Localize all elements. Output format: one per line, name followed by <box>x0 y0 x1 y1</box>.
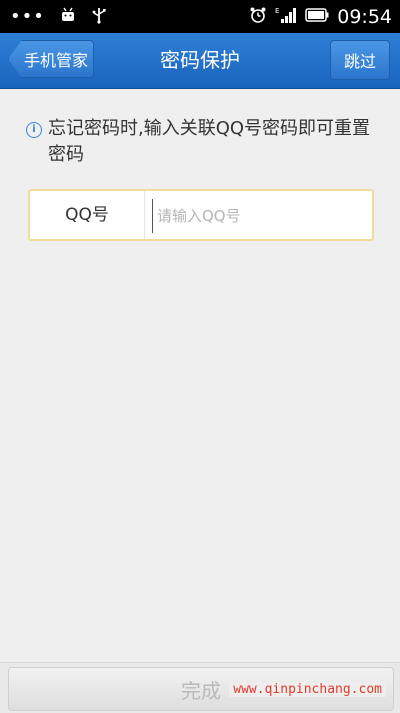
clock: 09:54 <box>337 5 392 28</box>
hint-text: 忘记密码时,输入关联QQ号密码即可重置密码 <box>48 118 371 165</box>
notification-dots: ••• <box>10 6 45 27</box>
skip-button[interactable]: 跳过 <box>330 40 390 80</box>
watermark: www.qinpinchang.com <box>229 682 386 697</box>
signal-icon: E <box>275 6 297 28</box>
android-debug-icon <box>59 6 77 28</box>
status-left: ••• <box>10 0 107 33</box>
status-bar: ••• E 09:54 <box>0 0 400 33</box>
battery-icon <box>305 7 329 26</box>
info-icon: i <box>26 122 42 138</box>
app-header: 密码保护 手机管家 跳过 <box>0 33 400 89</box>
back-button[interactable]: 手机管家 <box>8 40 94 78</box>
hint-message: i 忘记密码时,输入关联QQ号密码即可重置密码 <box>26 116 376 168</box>
svg-text:E: E <box>275 7 279 15</box>
usb-icon <box>91 6 107 28</box>
qq-input-row: QQ号 <box>28 189 374 241</box>
qq-input[interactable] <box>152 199 369 233</box>
qq-label: QQ号 <box>30 191 145 239</box>
status-right: E 09:54 <box>249 0 392 33</box>
alarm-icon <box>249 6 267 28</box>
